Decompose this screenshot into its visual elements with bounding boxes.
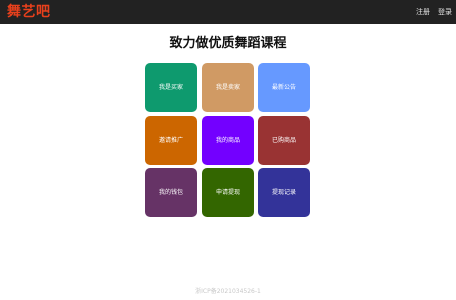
- page-title: 致力做优质舞蹈课程: [169, 36, 287, 51]
- tile-label: 提现记录: [271, 188, 296, 196]
- login-link[interactable]: 登录: [438, 4, 452, 20]
- tile-label: 申请提现: [215, 188, 240, 196]
- tile-purchased-products[interactable]: 已购商品: [258, 116, 310, 165]
- tile-label: 我是买家: [158, 83, 183, 91]
- tile-invite-promote[interactable]: 邀请推广: [145, 116, 197, 165]
- tile-label: 我的钱包: [158, 188, 183, 196]
- tile-apply-withdrawal[interactable]: 申请提现: [202, 168, 254, 217]
- tile-announcements[interactable]: 最新公告: [258, 63, 310, 112]
- tile-label: 已购商品: [271, 136, 296, 144]
- tile-label: 最新公告: [271, 83, 296, 91]
- icp-footer-link[interactable]: 浙ICP备2021034526-1: [0, 288, 456, 296]
- tile-my-products[interactable]: 我的商品: [202, 116, 254, 165]
- tile-my-wallet[interactable]: 我的钱包: [145, 168, 197, 217]
- tile-label: 邀请推广: [158, 136, 183, 144]
- tile-buyer[interactable]: 我是买家: [145, 63, 197, 112]
- top-navbar: 舞艺吧 注册 登录: [0, 0, 456, 24]
- site-logo[interactable]: 舞艺吧: [7, 2, 51, 22]
- tile-seller[interactable]: 我是卖家: [202, 63, 254, 112]
- register-link[interactable]: 注册: [416, 4, 430, 20]
- tile-withdrawal-records[interactable]: 提现记录: [258, 168, 310, 217]
- tile-label: 我是卖家: [215, 83, 240, 91]
- tile-label: 我的商品: [215, 136, 240, 144]
